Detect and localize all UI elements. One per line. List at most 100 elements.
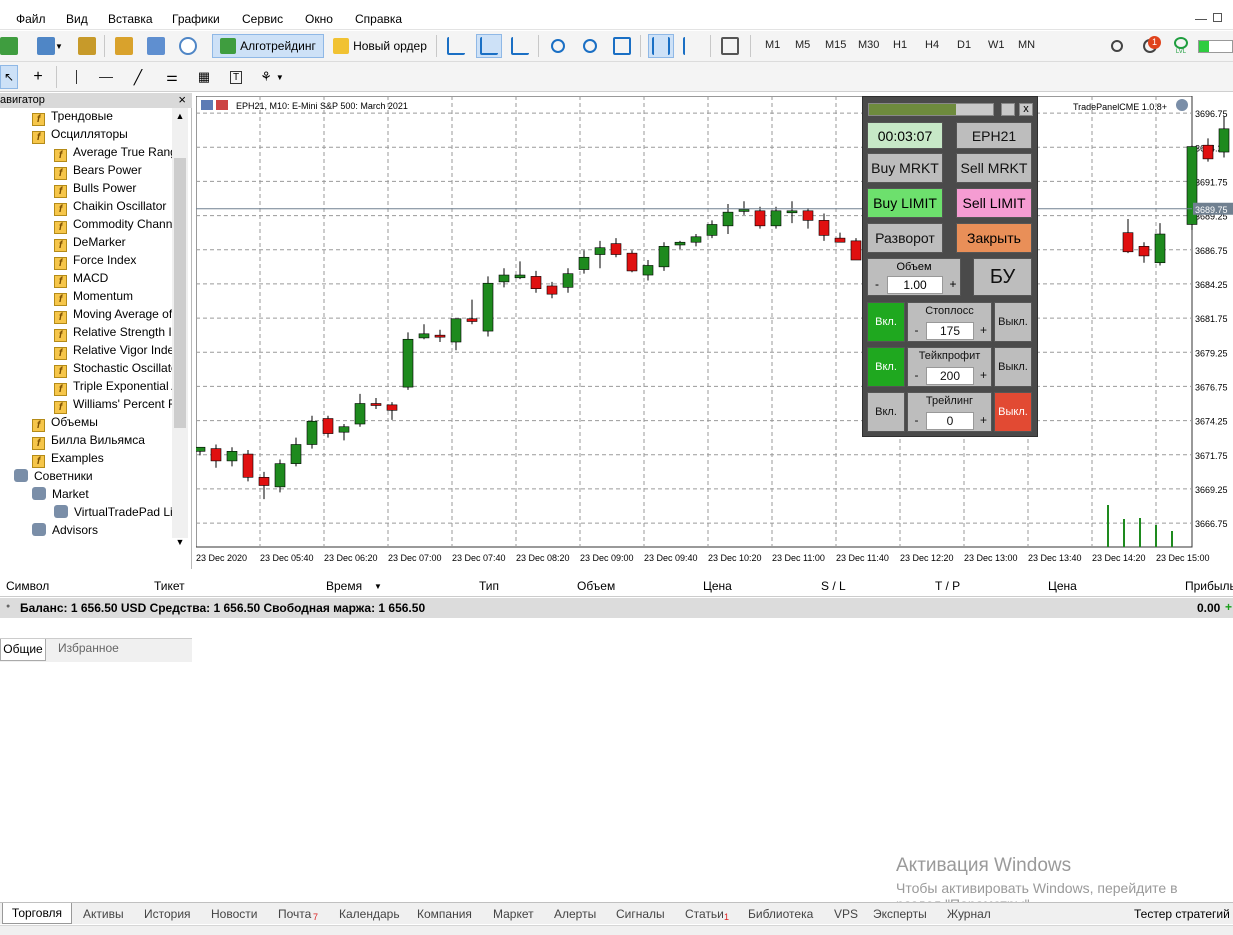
bar-chart-icon[interactable] bbox=[444, 34, 468, 58]
navigator-indicator-item[interactable]: f Force Index bbox=[54, 253, 172, 271]
tab-mail[interactable]: Почта bbox=[278, 907, 311, 921]
tab-company[interactable]: Компания bbox=[417, 907, 472, 921]
navigator-folder[interactable]: −fОсцилляторы bbox=[32, 127, 172, 145]
navigator-indicator-item[interactable]: f Bulls Power bbox=[54, 181, 172, 199]
timeframe-d1[interactable]: D1 bbox=[957, 39, 971, 51]
market-watch-icon[interactable] bbox=[76, 34, 98, 58]
price-chart[interactable]: 3696.753694.253691.753689.253686.753684.… bbox=[194, 95, 1233, 570]
scroll-thumb[interactable] bbox=[174, 158, 186, 428]
shapes-icon[interactable]: ⚘ ▼ bbox=[254, 65, 290, 89]
tab-news[interactable]: Новости bbox=[211, 907, 257, 921]
takeprofit-input[interactable]: 200 bbox=[926, 367, 974, 385]
fibonacci-icon[interactable]: ⚌ bbox=[160, 65, 184, 89]
tab-alerts[interactable]: Алерты bbox=[554, 907, 596, 921]
scroll-up-icon[interactable]: ▲ bbox=[172, 108, 188, 124]
tab-general[interactable]: Общие bbox=[0, 639, 46, 661]
trailing-input[interactable]: 0 bbox=[926, 412, 974, 430]
fibo-fan-icon[interactable]: ▦ bbox=[192, 65, 216, 89]
navigator-indicator-item[interactable]: f Moving Average of Oscillator bbox=[54, 307, 172, 325]
trendline-icon[interactable]: ╱ bbox=[128, 65, 148, 89]
navigator-indicator-item[interactable]: f MACD bbox=[54, 271, 172, 289]
autoscroll-icon[interactable] bbox=[648, 34, 674, 58]
timeframe-m1[interactable]: M1 bbox=[765, 39, 780, 51]
navigator-indicator-item[interactable]: f Chaikin Oscillator bbox=[54, 199, 172, 217]
navigator-indicator-item[interactable]: f Commodity Channel Index bbox=[54, 217, 172, 235]
tab-market[interactable]: Маркет bbox=[493, 907, 534, 921]
navigator-indicator-item[interactable]: f Williams' Percent Range bbox=[54, 397, 172, 415]
restore-icon[interactable] bbox=[1213, 13, 1222, 22]
minimize-icon[interactable] bbox=[1195, 19, 1207, 20]
timeframe-m5[interactable]: M5 bbox=[795, 39, 810, 51]
menu-charts[interactable]: Графики bbox=[172, 12, 220, 26]
tab-journal[interactable]: Журнал bbox=[947, 907, 991, 921]
panel-minimize-icon[interactable] bbox=[1001, 103, 1015, 116]
navigator-close-icon[interactable]: × bbox=[178, 92, 186, 107]
horizontal-line-icon[interactable] bbox=[96, 65, 116, 89]
navigator-folder[interactable]: +fТрендовые bbox=[32, 109, 172, 127]
tab-articles[interactable]: Статьи bbox=[685, 907, 724, 921]
col-current-price[interactable]: Цена bbox=[1048, 579, 1077, 593]
candlestick-chart-icon[interactable] bbox=[476, 34, 502, 58]
stoploss-input[interactable]: 175 bbox=[926, 322, 974, 340]
panel-close-icon[interactable]: x bbox=[1019, 103, 1033, 116]
buy-market-button[interactable]: Buy MRKT bbox=[867, 153, 943, 183]
cursor-icon[interactable]: ↖ bbox=[0, 65, 18, 89]
navigator-indicator-item[interactable]: f Stochastic Oscillator bbox=[54, 361, 172, 379]
buy-limit-button[interactable]: Buy LIMIT bbox=[867, 188, 943, 218]
signals-icon[interactable] bbox=[176, 34, 200, 58]
chart-window[interactable]: 3696.753694.253691.753689.253686.753684.… bbox=[194, 95, 1233, 570]
navigator-expert-item[interactable]: −Market bbox=[32, 487, 172, 505]
navigator-expert-item[interactable]: VirtualTradePad Lite bbox=[54, 505, 172, 523]
text-label-icon[interactable]: T bbox=[224, 65, 248, 89]
takeprofit-on-button[interactable]: Вкл. bbox=[867, 347, 905, 387]
menu-service[interactable]: Сервис bbox=[242, 12, 283, 26]
col-volume[interactable]: Объем bbox=[577, 579, 615, 593]
scroll-down-icon[interactable]: ▼ bbox=[172, 534, 188, 550]
navigator-expert-item[interactable]: −Советники bbox=[14, 469, 172, 487]
new-chart-icon[interactable] bbox=[0, 34, 18, 58]
tab-library[interactable]: Библиотека bbox=[748, 907, 813, 921]
col-tp[interactable]: T / P bbox=[935, 579, 960, 593]
volume-input[interactable]: 1.00 bbox=[887, 276, 943, 294]
col-time[interactable]: Время bbox=[326, 579, 362, 593]
volume-plus-button[interactable]: + bbox=[946, 277, 960, 293]
col-sl[interactable]: S / L bbox=[821, 579, 846, 593]
navigator-indicator-item[interactable]: f Triple Exponential Average bbox=[54, 379, 172, 397]
tab-trade[interactable]: Торговля bbox=[2, 903, 72, 924]
lvl-icon[interactable]: LVL bbox=[1170, 34, 1192, 58]
navigator-folder[interactable]: +fБилла Вильямса bbox=[32, 433, 172, 451]
menu-help[interactable]: Справка bbox=[355, 12, 402, 26]
strategy-tester-button[interactable]: Тестер стратегий bbox=[1134, 907, 1230, 921]
trailing-off-button[interactable]: Выкл. bbox=[994, 392, 1032, 432]
add-icon[interactable]: + bbox=[1225, 600, 1232, 614]
stoploss-off-button[interactable]: Выкл. bbox=[994, 302, 1032, 342]
timeframe-h4[interactable]: H4 bbox=[925, 39, 939, 51]
timeframe-w1[interactable]: W1 bbox=[988, 39, 1005, 51]
navigator-folder[interactable]: +fОбъемы bbox=[32, 415, 172, 433]
terminal-icon[interactable] bbox=[144, 34, 168, 58]
trailing-plus-button[interactable]: + bbox=[977, 413, 990, 427]
sell-market-button[interactable]: Sell MRKT bbox=[956, 153, 1032, 183]
navigator-indicator-item[interactable]: f Relative Vigor Index bbox=[54, 343, 172, 361]
stoploss-minus-button[interactable]: - bbox=[910, 323, 923, 337]
crosshair-icon[interactable]: + bbox=[28, 65, 48, 89]
menu-insert[interactable]: Вставка bbox=[108, 12, 153, 26]
trailing-on-button[interactable]: Вкл. bbox=[867, 392, 905, 432]
menu-view[interactable]: Вид bbox=[66, 12, 88, 26]
tab-calendar[interactable]: Календарь bbox=[339, 907, 400, 921]
timeframe-m15[interactable]: M15 bbox=[825, 39, 846, 51]
trailing-minus-button[interactable]: - bbox=[910, 413, 923, 427]
tile-windows-icon[interactable] bbox=[610, 34, 634, 58]
zoom-out-icon[interactable] bbox=[578, 34, 602, 58]
tab-vps[interactable]: VPS bbox=[834, 907, 858, 921]
line-chart-icon[interactable] bbox=[508, 34, 532, 58]
breakeven-button[interactable]: БУ bbox=[973, 258, 1032, 296]
volume-minus-button[interactable]: - bbox=[870, 277, 884, 293]
col-type[interactable]: Тип bbox=[479, 579, 499, 593]
navigator-folder[interactable]: +fExamples bbox=[32, 451, 172, 469]
navigator-scrollbar[interactable]: ▲ ▼ bbox=[172, 108, 188, 547]
navigator-expert-item[interactable]: +Advisors bbox=[32, 523, 172, 539]
tab-history[interactable]: История bbox=[144, 907, 191, 921]
navigator-indicator-item[interactable]: f Bears Power bbox=[54, 163, 172, 181]
navigator-indicator-item[interactable]: f Average True Range bbox=[54, 145, 172, 163]
